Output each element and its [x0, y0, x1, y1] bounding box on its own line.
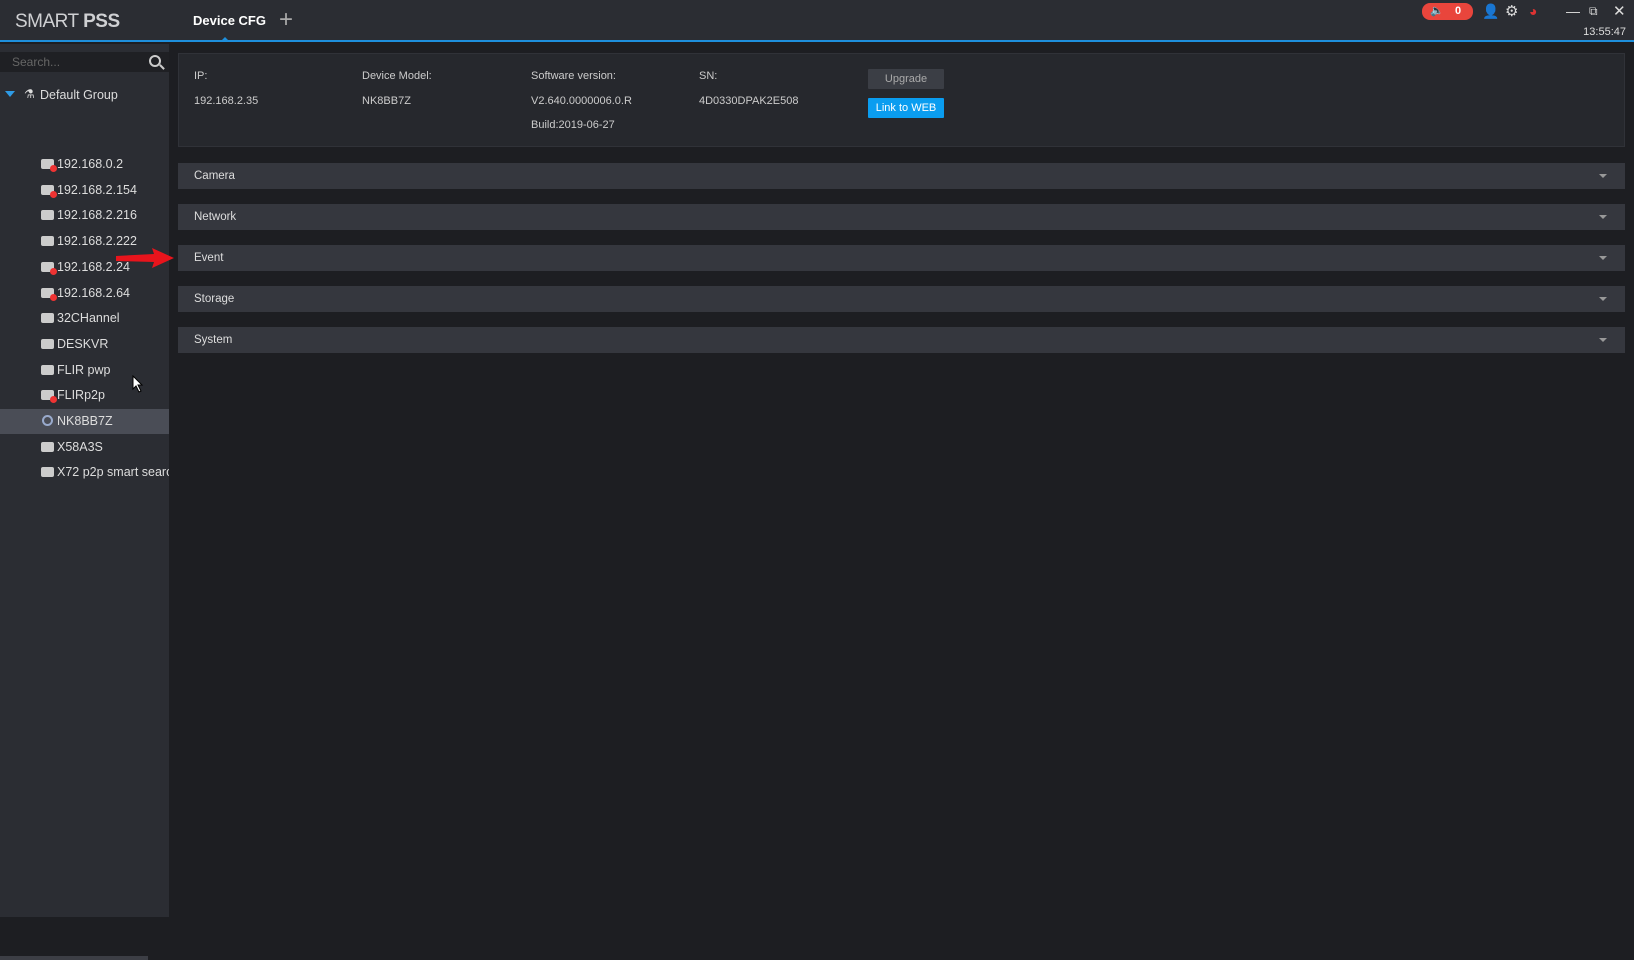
link-to-web-button[interactable]: Link to WEB [868, 98, 944, 118]
sn-value: 4D0330DPAK2E508 [699, 95, 799, 107]
device-item[interactable]: NK8BB7Z [0, 409, 169, 434]
clock: 13:55:47 [1583, 26, 1626, 38]
upgrade-button[interactable]: Upgrade [868, 69, 944, 89]
device-item[interactable]: 192.168.2.154 [0, 178, 169, 203]
section-network[interactable]: Network [178, 204, 1625, 230]
gear-icon[interactable]: ⚙ [1505, 2, 1518, 20]
horizontal-scrollbar[interactable] [0, 956, 148, 960]
dvr-offline-icon [41, 390, 57, 404]
group-icon: ⚗ [24, 87, 35, 101]
device-label: 192.168.2.216 [57, 208, 137, 223]
device-label: 192.168.0.2 [57, 157, 124, 171]
chevron-down-icon[interactable] [1599, 338, 1607, 342]
tree-group-default[interactable]: ⚗ Default Group [0, 86, 169, 106]
device-label: 192.168.2.154 [57, 182, 137, 197]
chevron-down-icon[interactable] [1599, 174, 1607, 178]
section-storage[interactable]: Storage [178, 286, 1625, 312]
device-tree-sidebar: ⚗ Default Group 192.168.0.2 192.168.2.154… [0, 44, 169, 960]
title-bar: SMART PSS Device CFG + 🔈 0 👤 ⚙ ◕ — ⧉ ✕ 13… [0, 0, 1634, 42]
device-info-panel: IP: 192.168.2.35 Device Model: NK8BB7Z S… [178, 53, 1625, 147]
section-title: Event [194, 252, 224, 264]
vto-icon [41, 236, 54, 247]
alarm-button[interactable]: 🔈 0 [1422, 3, 1473, 20]
speaker-icon: 🔈 [1430, 5, 1444, 17]
tab-device-cfg[interactable]: Device CFG [193, 13, 266, 28]
ip-label: IP: [194, 70, 208, 82]
nvr-icon [41, 441, 54, 452]
section-title: Storage [194, 293, 235, 305]
device-label: 192.168.2.222 [57, 234, 137, 249]
add-tab-button[interactable]: + [279, 6, 293, 34]
section-event[interactable]: Event [178, 245, 1625, 271]
device-label: NK8BB7Z [57, 414, 113, 428]
dvr-offline-icon [41, 184, 57, 198]
device-item[interactable]: 32CHannel [0, 306, 169, 331]
search-input[interactable] [0, 52, 140, 72]
section-title: Camera [194, 170, 235, 182]
device-item[interactable]: 192.168.2.216 [0, 203, 169, 228]
device-label: X58A3S [57, 439, 103, 454]
device-label: FLIRp2p [57, 388, 105, 403]
device-label: X72 p2p smart search [57, 465, 169, 480]
active-tab-indicator [221, 37, 229, 41]
mouse-cursor [132, 375, 144, 393]
device-label: DESKVR [57, 336, 109, 351]
chevron-down-icon[interactable] [1599, 215, 1607, 219]
model-label: Device Model: [362, 70, 432, 82]
minimize-icon[interactable]: — [1566, 3, 1580, 19]
device-item[interactable]: DESKVR [0, 332, 169, 357]
search-box [0, 52, 169, 72]
performance-gauge-icon[interactable]: ◕ [1529, 3, 1537, 19]
restore-icon[interactable]: ⧉ [1589, 4, 1598, 19]
device-item[interactable]: 192.168.2.64 [0, 281, 169, 306]
chevron-down-icon[interactable] [1599, 297, 1607, 301]
red-arrow-annotation [116, 248, 174, 268]
software-value: V2.640.0000006.0.R [531, 95, 632, 107]
dvr-offline-icon [41, 261, 57, 275]
dvr-icon [41, 364, 54, 375]
dvr-offline-icon [41, 159, 57, 172]
alarm-count: 0 [1455, 5, 1462, 17]
ipc-icon [42, 415, 53, 426]
ip-value: 192.168.2.35 [194, 95, 259, 107]
section-title: Network [194, 211, 237, 223]
dvr-icon [41, 210, 54, 221]
search-icon[interactable] [149, 55, 161, 67]
device-label: FLIR pwp [57, 362, 111, 377]
dvr-icon [41, 313, 54, 324]
expand-arrow-icon[interactable] [5, 91, 15, 97]
device-label: 32CHannel [57, 311, 120, 326]
dvr-icon [41, 338, 54, 349]
device-item[interactable]: X72 p2p smart search [0, 460, 169, 485]
dvr-offline-icon [41, 287, 57, 301]
build-value: Build:2019-06-27 [531, 119, 615, 131]
model-value: NK8BB7Z [362, 95, 411, 107]
section-title: System [194, 334, 233, 346]
device-label: 192.168.2.64 [57, 285, 130, 300]
device-item[interactable]: X58A3S [0, 435, 169, 460]
software-label: Software version: [531, 70, 616, 82]
device-item[interactable]: 192.168.0.2 [0, 152, 169, 177]
app-logo: SMART PSS [15, 11, 120, 32]
sn-label: SN: [699, 70, 718, 82]
chevron-down-icon[interactable] [1599, 256, 1607, 260]
section-system[interactable]: System [178, 327, 1625, 353]
section-camera[interactable]: Camera [178, 163, 1625, 189]
nvr-icon [41, 467, 54, 478]
close-icon[interactable]: ✕ [1613, 2, 1626, 20]
user-icon[interactable]: 👤 [1482, 3, 1499, 20]
